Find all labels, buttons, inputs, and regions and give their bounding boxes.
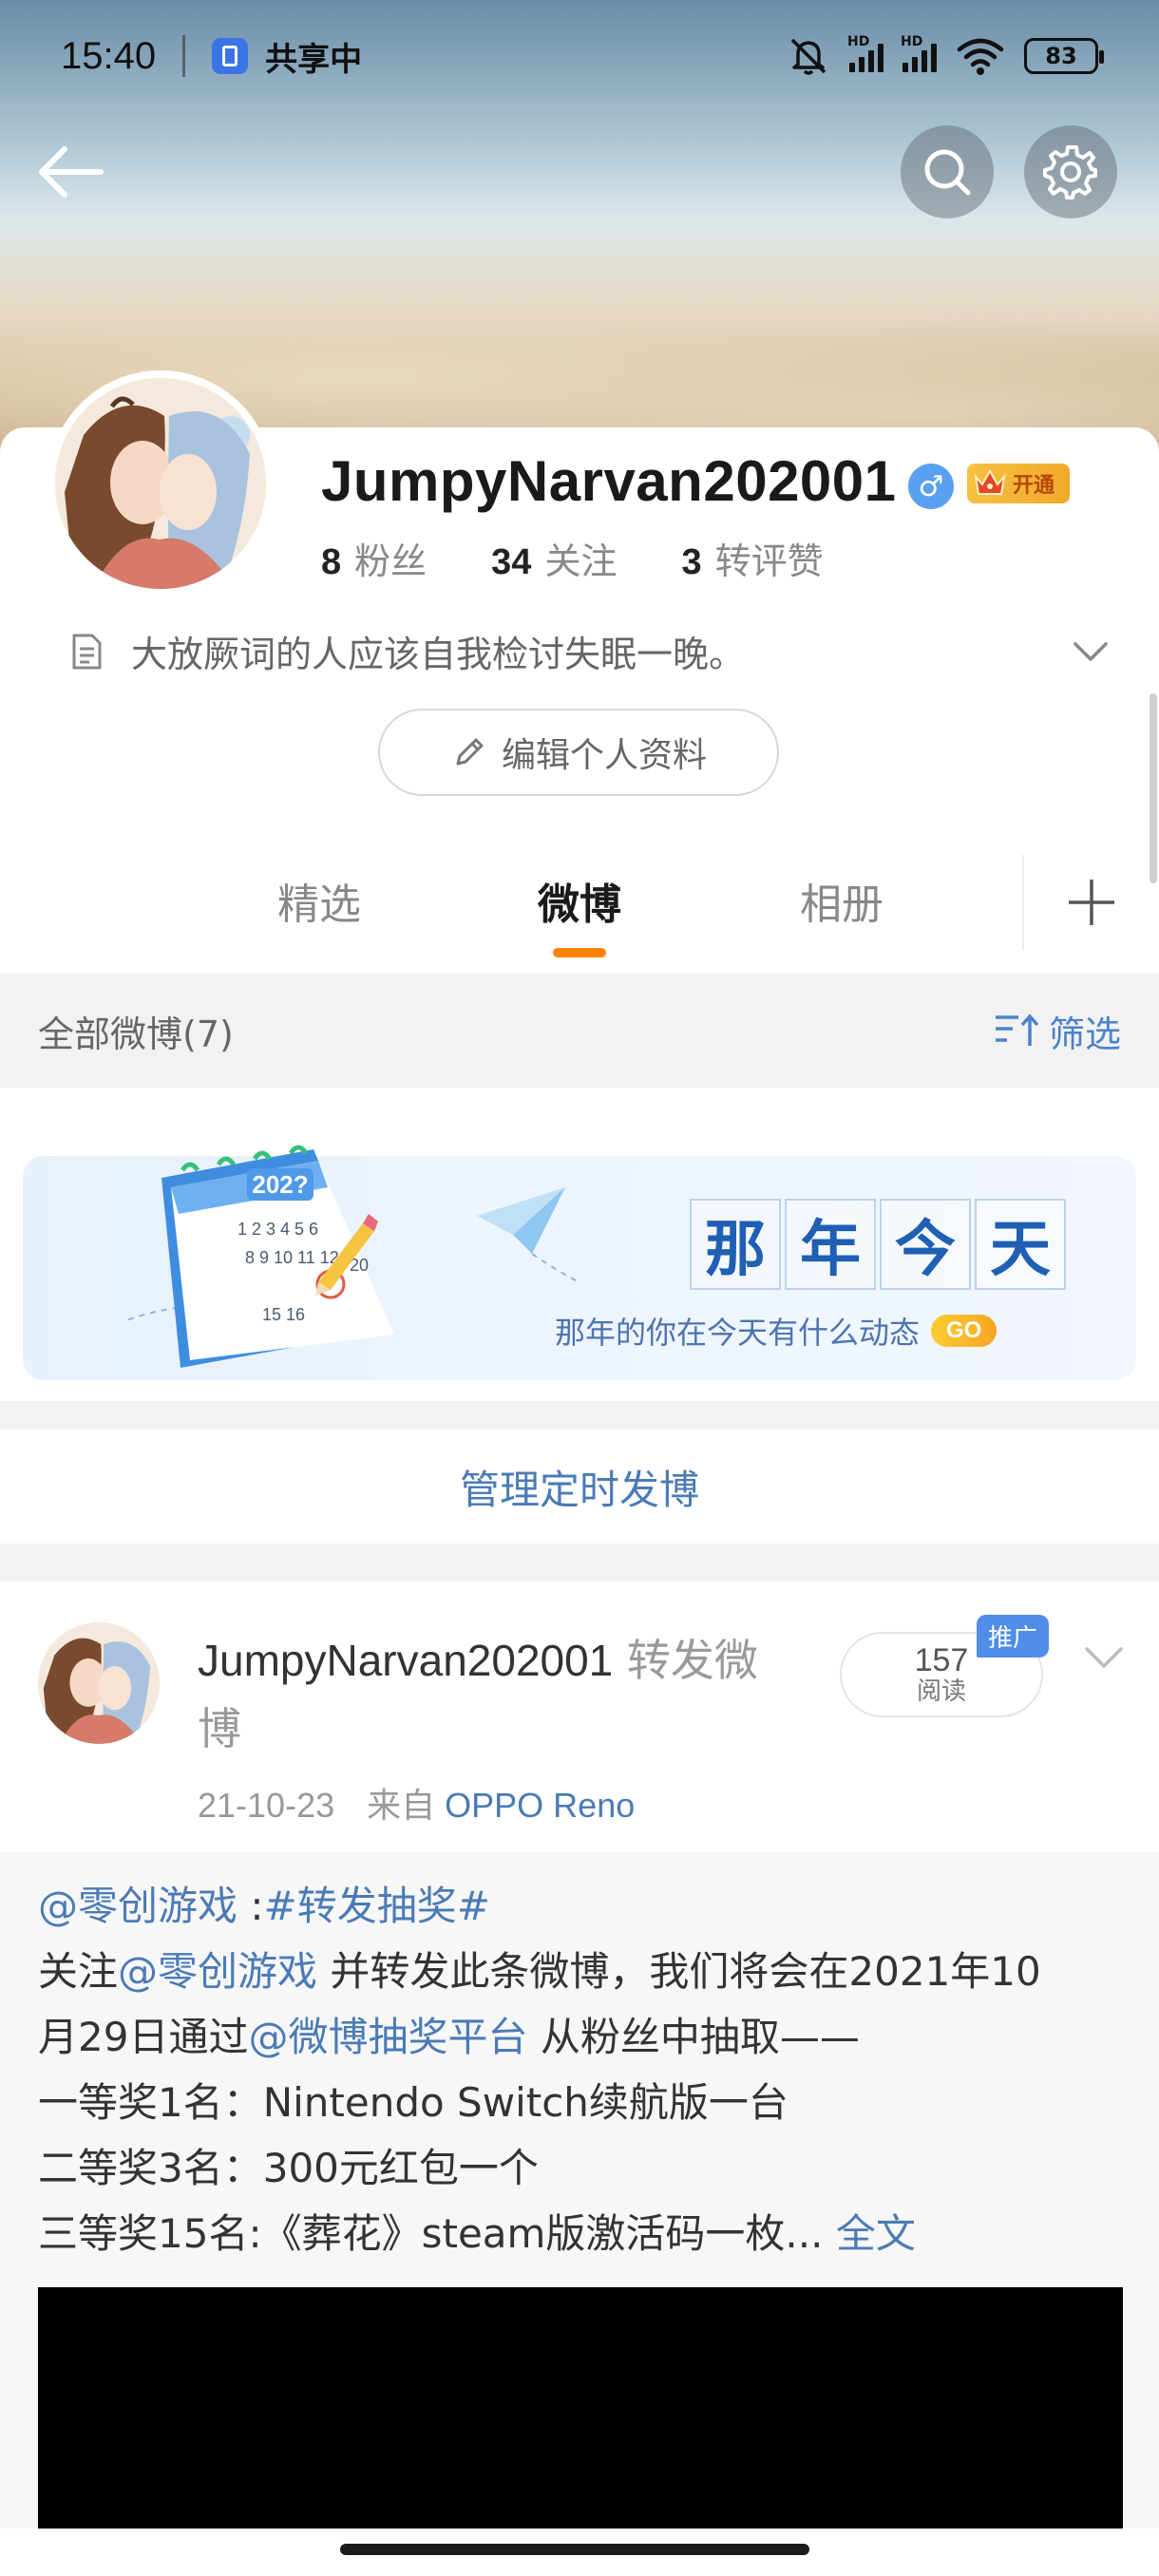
- screen-share-icon: [212, 38, 249, 74]
- filter-sort-icon: [995, 1013, 1039, 1046]
- post-line-4: 一等奖1名：Nintendo Switch续航版一台: [38, 2079, 788, 2126]
- male-gender-icon: ♂: [908, 464, 954, 509]
- mention-link-3[interactable]: @微博抽奖平台: [248, 2014, 527, 2060]
- followers-count[interactable]: 8 粉丝: [321, 532, 427, 584]
- post-author-line: JumpyNarvan202001 转发微博: [198, 1626, 787, 1763]
- memory-title-char-3: 今: [880, 1199, 971, 1290]
- tab-album[interactable]: 相册: [800, 870, 884, 931]
- memory-title-char-4: 天: [975, 1199, 1066, 1290]
- bio-text: 大放厥词的人应该自我检讨失眠一晚。: [131, 634, 746, 675]
- post-date: 21-10-23: [198, 1786, 335, 1825]
- document-icon: [72, 634, 102, 669]
- post-line-5: 二等奖3名：300元红包一个: [38, 2145, 539, 2191]
- wifi-icon: [957, 38, 1004, 75]
- profile-username: JumpyNarvan202001: [321, 449, 897, 513]
- status-divider: [182, 35, 186, 77]
- all-posts-count: 全部微博(7): [38, 1013, 234, 1055]
- search-icon: [924, 149, 971, 196]
- post-menu-chevron-icon[interactable]: [1081, 1639, 1127, 1677]
- feed-filter-bar: 全部微博(7) 筛选: [0, 974, 1159, 1088]
- post-line-3: 月29日通过@微博抽奖平台 从粉丝中抽取——: [38, 2014, 860, 2060]
- mention-link-2[interactable]: @零创游戏: [118, 1948, 317, 1995]
- memory-go-button[interactable]: GO: [931, 1315, 998, 1347]
- edit-profile-button[interactable]: 编辑个人资料: [378, 709, 779, 796]
- post-avatar-illustration: [38, 1622, 160, 1744]
- memory-title-char-1: 那: [690, 1199, 781, 1290]
- post-source-prefix: 来自: [367, 1786, 446, 1825]
- avatar[interactable]: [48, 370, 274, 597]
- bell-muted-icon: [790, 38, 826, 75]
- back-button[interactable]: [36, 141, 112, 203]
- battery-indicator: 83: [1024, 38, 1104, 74]
- add-tab-button[interactable]: [1022, 855, 1159, 950]
- post-source-device[interactable]: OPPO Reno: [445, 1786, 635, 1825]
- search-button[interactable]: [901, 125, 994, 218]
- calendar-year-text: 202?: [252, 1170, 308, 1199]
- memory-title: 那 年 今 天: [690, 1199, 1070, 1290]
- filter-button[interactable]: 筛选: [994, 1005, 1121, 1057]
- post-line-2: 关注@零创游戏 并转发此条微博，我们将会在2021年10: [38, 1948, 1041, 1995]
- post-text[interactable]: @零创游戏 :#转发抽奖# 关注@零创游戏 并转发此条微博，我们将会在2021年…: [38, 1873, 1130, 2266]
- memory-subtitle: 那年的你在今天有什么动态 GO: [555, 1309, 998, 1353]
- section-divider: [0, 1401, 1159, 1430]
- profile-bio[interactable]: 大放厥词的人应该自我检讨失眠一晚。: [66, 625, 1112, 677]
- section-divider-2: [0, 1544, 1159, 1582]
- profile-stats: 8 粉丝 34 关注 3 转评赞: [321, 532, 824, 584]
- edit-profile-label: 编辑个人资料: [501, 736, 707, 775]
- status-bar: 15:40 共享中 HD HD 83: [0, 0, 1159, 112]
- post-author-name[interactable]: JumpyNarvan202001: [198, 1636, 613, 1685]
- status-time: 15:40: [61, 34, 157, 77]
- post-media-video[interactable]: [38, 2287, 1123, 2529]
- crown-icon: [974, 468, 1006, 495]
- memory-subtitle-text: 那年的你在今天有什么动态: [555, 1315, 921, 1351]
- gear-icon: [1043, 145, 1097, 199]
- pencil-icon: [456, 738, 484, 766]
- memory-title-char-2: 年: [785, 1199, 876, 1290]
- back-arrow-icon: [39, 146, 104, 198]
- vip-badge-label: 开通: [1013, 474, 1055, 498]
- signal-strength-icon-2: HD: [901, 34, 937, 72]
- calendar-row-1: 1 2 3 4 5 6: [238, 1220, 318, 1239]
- post-line-1: @零创游戏 :#转发抽奖#: [38, 1883, 490, 1929]
- tab-featured[interactable]: 精选: [277, 870, 361, 931]
- calendar-row-2: 8 9 10 11 12: [245, 1248, 339, 1267]
- manage-scheduled-posts-button[interactable]: 管理定时发博: [0, 1430, 1159, 1544]
- interactions-count[interactable]: 3 转评赞: [681, 532, 823, 584]
- promote-badge[interactable]: 推广: [977, 1615, 1050, 1657]
- post-meta: 21-10-23 来自 OPPO Reno: [198, 1778, 635, 1828]
- read-count: 157: [914, 1642, 969, 1678]
- status-icons: HD HD 83: [787, 34, 1104, 78]
- following-count[interactable]: 34 关注: [491, 532, 617, 584]
- share-status-text: 共享中: [265, 40, 363, 79]
- settings-button[interactable]: [1024, 125, 1117, 218]
- read-full-text-link[interactable]: 全文: [824, 2210, 916, 2257]
- hashtag-link[interactable]: #转发抽奖#: [264, 1883, 490, 1929]
- post-line-6: 三等奖15名:《葬花》steam版激活码一枚... 全文: [38, 2210, 916, 2257]
- mention-link[interactable]: @零创游戏: [38, 1883, 238, 1929]
- post-author-avatar[interactable]: [38, 1622, 160, 1744]
- home-indicator[interactable]: [340, 2544, 809, 2555]
- active-tab-indicator: [553, 948, 606, 957]
- signal-strength-icon: HD: [847, 34, 884, 72]
- filter-button-label: 筛选: [1048, 1013, 1121, 1055]
- read-count-label: 阅读: [916, 1677, 966, 1707]
- avatar-illustration: [55, 378, 266, 589]
- profile-tabs: 精选 微博 相册: [0, 826, 1159, 969]
- calendar-row-3: 15 16: [262, 1305, 305, 1324]
- paper-plane-icon: [477, 1187, 580, 1282]
- vip-membership-badge[interactable]: 开通: [967, 464, 1071, 503]
- plus-icon: [1069, 880, 1114, 925]
- tab-weibo[interactable]: 微博: [538, 870, 621, 931]
- chevron-down-icon[interactable]: [1070, 631, 1112, 672]
- scrollbar[interactable]: [1150, 693, 1157, 883]
- calendar-illustration: 202? 1 2 3 4 5 6 8 9 10 11 12 15 16 20: [124, 1145, 394, 1368]
